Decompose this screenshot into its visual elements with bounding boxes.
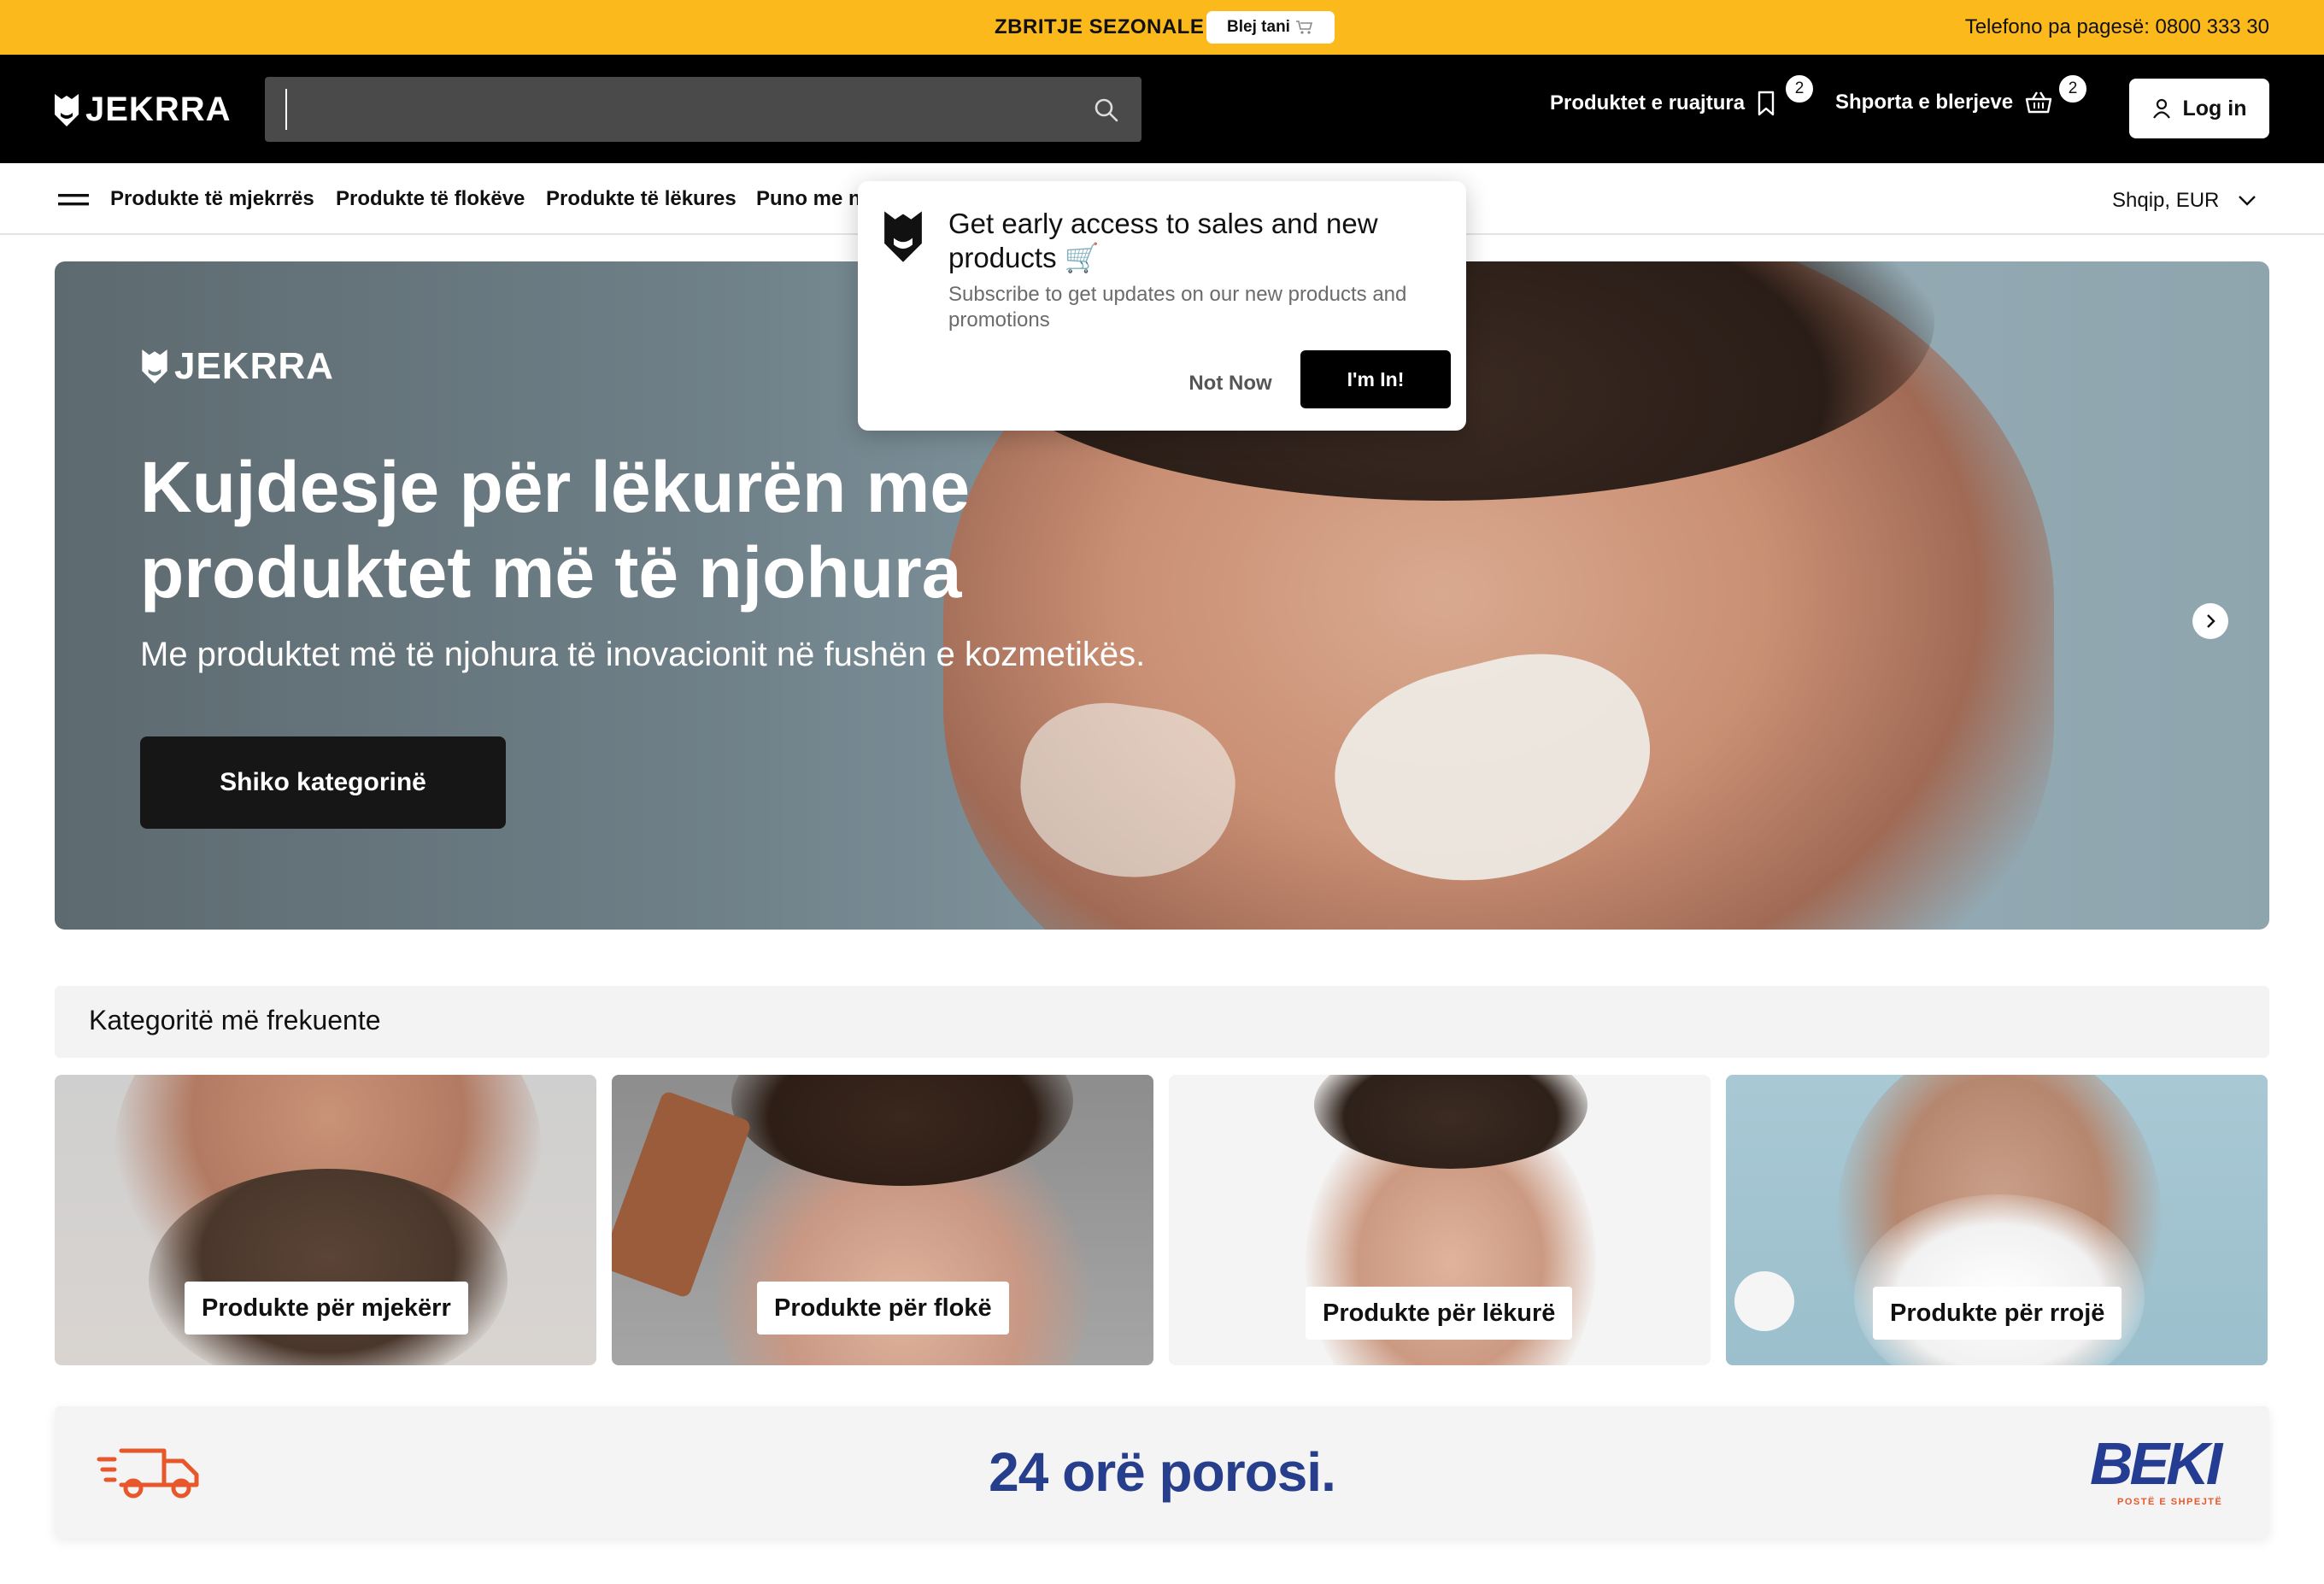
saved-count-badge: 2 [1784,73,1815,104]
shopping-cart-label: Shporta e blerjeve [1835,91,2014,114]
nav-item-work-with-us[interactable]: Puno me n [756,187,861,211]
popup-description: Subscribe to get updates on our new prod… [948,283,1407,331]
chevron-down-icon [2239,196,2257,206]
not-now-button[interactable]: Not Now [1176,366,1285,402]
hero-title: Kujdesje për lëkurën me produktet më të … [140,447,971,613]
category-card-skin[interactable]: Produkte për lëkurë [1169,1075,1711,1365]
category-card-beard[interactable]: Produkte për mjekërr [55,1075,596,1365]
delivery-text: 24 orë porosi. [989,1441,1336,1503]
promo-label: ZBRITJE SEZONALE [995,15,1205,38]
promo-bar: ZBRITJE SEZONALE Blej tani Telefono pa p… [0,0,2324,55]
category-card-label: Produkte për mjekërr [185,1282,468,1335]
shield-logo-icon [142,349,167,384]
delivery-banner: 24 orë porosi. BEKI POSTË E SHPEJTË [55,1406,2269,1538]
basket-icon [2025,91,2052,114]
hero-logo-text: JEKRRA [174,345,334,387]
search-input[interactable] [285,89,1071,130]
locale-label: Shqip, EUR [2112,189,2220,212]
search-bar[interactable] [265,77,1141,142]
nav-item-beard[interactable]: Produkte të mjekrrës [110,187,314,211]
shopping-cart-link[interactable]: Shporta e blerjeve [1835,91,2052,114]
hotline-text: Telefono pa pagesë: 0800 333 30 [1964,15,2269,38]
carousel-next-button[interactable] [2192,603,2228,639]
login-button[interactable]: Log in [2129,79,2269,138]
beki-logo: BEKI POSTË E SHPEJTË [2090,1432,2235,1509]
shield-logo-icon [55,93,79,126]
bookmark-icon [1758,91,1775,116]
hero-subtitle: Me produktet më të njohura të inovacioni… [140,636,1146,673]
categories-header: Kategoritë më frekuente [55,986,2269,1058]
category-card-label: Produkte për flokë [757,1282,1009,1335]
saved-products-link[interactable]: Produktet e ruajtura [1550,91,1775,116]
beki-logo-text: BEKI [2090,1430,2222,1497]
beki-tagline: POSTË E SHPEJTË [2117,1497,2223,1507]
popup-title: Get early access to sales and new produc… [948,208,1378,273]
hamburger-menu-icon[interactable] [58,192,89,208]
site-header: JEKRRA Produktet e ruajtura 2 Shporta e … [0,55,2324,163]
saved-products-label: Produktet e ruajtura [1550,91,1746,114]
shop-now-label: Blej tani [1227,18,1290,36]
view-category-button[interactable]: Shiko kategorinë [140,736,506,829]
nav-item-hair[interactable]: Produkte të flokëve [336,187,525,211]
search-icon[interactable] [1094,97,1119,123]
site-logo-text: JEKRRA [85,91,232,128]
category-card-shaving[interactable]: Produkte për rrojë [1726,1075,2268,1365]
cart-icon [1295,21,1313,34]
site-logo[interactable]: JEKRRA [53,91,231,129]
language-currency-selector[interactable]: Shqip, EUR [2112,189,2257,213]
hero-logo: JEKRRA [140,345,334,388]
chevron-right-icon [2207,614,2215,628]
categories-title: Kategoritë më frekuente [89,1005,381,1035]
shop-now-button[interactable]: Blej tani [1206,11,1335,44]
category-card-label: Produkte për lëkurë [1306,1287,1573,1340]
subscribe-button[interactable]: I'm In! [1300,350,1451,408]
category-image-brush [1734,1271,1794,1331]
category-card-label: Produkte për rrojë [1873,1287,2122,1340]
login-label: Log in [2182,96,2247,120]
category-card-hair[interactable]: Produkte për flokë [612,1075,1153,1365]
nav-item-skin[interactable]: Produkte të lëkures [546,187,737,211]
cart-count-badge: 2 [2057,73,2088,104]
subscribe-popup: Get early access to sales and new produc… [858,181,1466,431]
brand-shield-icon [884,211,922,262]
user-icon [2152,98,2170,119]
